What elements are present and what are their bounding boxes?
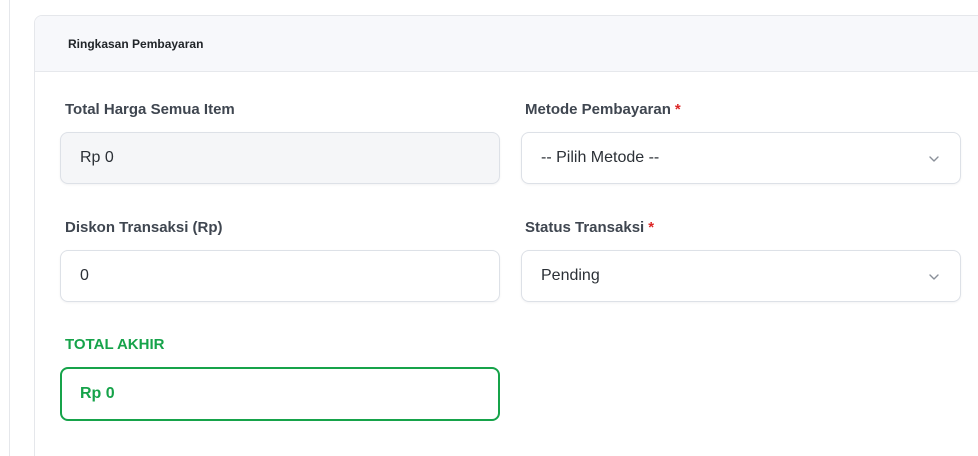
metode-pembayaran-value: -- Pilih Metode -- xyxy=(541,149,660,166)
status-transaksi-value: Pending xyxy=(541,267,600,284)
total-akhir-value: Rp 0 xyxy=(80,385,115,402)
status-transaksi-select[interactable]: Pending xyxy=(521,250,961,302)
diskon-input[interactable]: 0 xyxy=(60,250,500,302)
total-akhir-field: Rp 0 xyxy=(60,367,500,421)
chevron-down-icon xyxy=(929,274,939,280)
total-akhir-label: TOTAL AKHIR xyxy=(65,336,165,353)
chevron-down-icon xyxy=(929,156,939,162)
payment-summary-card: Ringkasan Pembayaran Total Harga Semua I… xyxy=(34,15,978,456)
page: Ringkasan Pembayaran Total Harga Semua I… xyxy=(0,0,978,456)
required-mark: * xyxy=(674,101,681,118)
metode-pembayaran-label: Metode Pembayaran * xyxy=(525,101,681,118)
diskon-value: 0 xyxy=(80,267,89,284)
diskon-label: Diskon Transaksi (Rp) xyxy=(65,219,223,236)
total-harga-label: Total Harga Semua Item xyxy=(65,101,235,118)
required-mark: * xyxy=(648,219,655,236)
metode-pembayaran-select[interactable]: -- Pilih Metode -- xyxy=(521,132,961,184)
total-harga-value: Rp 0 xyxy=(80,149,114,166)
card-title: Ringkasan Pembayaran xyxy=(68,37,204,51)
card-header: Ringkasan Pembayaran xyxy=(35,16,978,72)
total-harga-field: Rp 0 xyxy=(60,132,500,184)
status-transaksi-label: Status Transaksi * xyxy=(525,219,655,236)
sidebar-divider xyxy=(9,0,10,456)
